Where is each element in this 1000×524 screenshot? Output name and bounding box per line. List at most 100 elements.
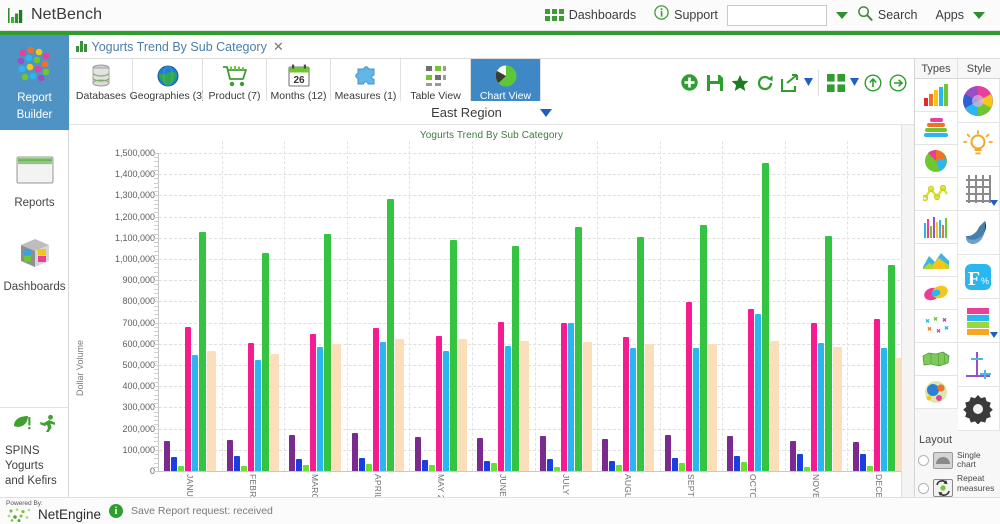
chart-type-area-chart-icon[interactable] <box>915 244 958 277</box>
style-gradient-drop-icon[interactable] <box>957 211 1000 255</box>
bar[interactable] <box>866 465 873 471</box>
bar[interactable] <box>887 265 895 471</box>
bar[interactable] <box>685 302 692 471</box>
chart-type-line-chart-icon[interactable] <box>915 178 958 211</box>
bar[interactable] <box>359 457 366 471</box>
tab-style[interactable]: Style <box>957 59 1000 79</box>
bar[interactable] <box>226 439 233 471</box>
dashboards-button[interactable]: Dashboards <box>536 0 645 31</box>
refresh-button[interactable] <box>752 68 777 98</box>
bar[interactable] <box>630 348 637 471</box>
caret-down-icon[interactable] <box>835 11 848 19</box>
bar[interactable] <box>332 343 342 471</box>
bar[interactable] <box>178 465 185 471</box>
bar[interactable] <box>449 240 457 471</box>
chart-scrollbar[interactable] <box>901 125 914 497</box>
bar[interactable] <box>317 346 324 471</box>
export-dropdown[interactable] <box>802 68 814 98</box>
chevron-down-icon[interactable] <box>990 332 998 338</box>
ribbon-button-product[interactable]: Product (7) <box>203 59 267 107</box>
style-color-wheel-icon[interactable] <box>957 79 1000 123</box>
page-next-button[interactable] <box>885 68 910 98</box>
bar[interactable] <box>428 464 435 471</box>
chart-type-bar-chart-icon[interactable] <box>915 79 958 112</box>
bar[interactable] <box>296 458 303 471</box>
chart-type-scatter-plot-icon[interactable]: ✖ ✖ ✖ ✖ ✖ ✖ <box>915 310 958 343</box>
bar[interactable] <box>435 336 442 471</box>
bar[interactable] <box>380 342 387 471</box>
style-axis-icon[interactable] <box>957 343 1000 387</box>
bar[interactable] <box>539 436 546 471</box>
style-legend-bands-icon[interactable] <box>957 299 1000 343</box>
bar[interactable] <box>553 466 560 471</box>
ribbon-button-months[interactable]: 26 Months (12) <box>267 59 331 107</box>
bar[interactable] <box>790 440 797 471</box>
caret-down-icon[interactable] <box>539 108 552 117</box>
bar[interactable] <box>623 336 630 471</box>
bar[interactable] <box>852 441 859 471</box>
chart-type-donut-chart-icon[interactable] <box>915 277 958 310</box>
style-brightness-icon[interactable] <box>957 123 1000 167</box>
bar[interactable] <box>741 462 748 471</box>
bar[interactable] <box>233 455 240 471</box>
bar[interactable] <box>395 338 405 471</box>
bar[interactable] <box>645 343 655 471</box>
bar[interactable] <box>727 435 734 471</box>
chart-type-map-chart-icon[interactable] <box>915 343 958 376</box>
bar[interactable] <box>512 245 520 471</box>
sidebar-item-report-builder[interactable]: Report Builder <box>0 35 69 130</box>
ribbon-button-measures[interactable]: Measures (1) <box>331 59 401 107</box>
bar[interactable] <box>762 162 770 471</box>
ribbon-button-table-view[interactable]: Table View <box>401 59 471 107</box>
bar[interactable] <box>602 438 609 471</box>
bar[interactable] <box>859 453 866 471</box>
bar[interactable] <box>254 359 261 471</box>
bar[interactable] <box>261 252 269 471</box>
bar[interactable] <box>484 460 491 471</box>
bar[interactable] <box>352 433 359 471</box>
bar[interactable] <box>520 341 530 471</box>
bar[interactable] <box>199 231 207 471</box>
bar[interactable] <box>185 327 192 471</box>
bar[interactable] <box>567 322 574 471</box>
radio-button[interactable] <box>918 454 929 466</box>
bar[interactable] <box>477 437 484 471</box>
chart-type-column-cluster-icon[interactable] <box>915 211 958 244</box>
bar[interactable] <box>873 319 880 471</box>
bar[interactable] <box>748 308 755 471</box>
document-tab-title[interactable]: Yogurts Trend By Sub Category <box>92 40 267 54</box>
tab-types[interactable]: Types <box>915 59 957 79</box>
bar[interactable] <box>707 344 717 471</box>
export-button[interactable] <box>777 68 802 98</box>
bar[interactable] <box>324 234 332 471</box>
bar[interactable] <box>609 461 616 471</box>
support-button[interactable]: Support <box>645 0 727 31</box>
bar[interactable] <box>310 333 317 471</box>
bar[interactable] <box>414 437 421 471</box>
chart-type-bubble-chart-icon[interactable] <box>915 376 958 409</box>
bar[interactable] <box>247 342 254 471</box>
radio-button[interactable] <box>918 482 929 494</box>
bar[interactable] <box>671 457 678 471</box>
bar[interactable] <box>734 455 741 471</box>
add-button[interactable] <box>677 68 702 98</box>
ribbon-button-databases[interactable]: Databases <box>69 59 133 107</box>
style-settings-gear-icon[interactable] <box>957 387 1000 431</box>
bar[interactable] <box>692 347 699 471</box>
style-gridlines-icon[interactable] <box>957 167 1000 211</box>
bar[interactable] <box>240 465 247 471</box>
bar[interactable] <box>797 453 804 471</box>
layout-button[interactable] <box>823 68 848 98</box>
bar[interactable] <box>491 463 498 471</box>
page-up-button[interactable] <box>860 68 885 98</box>
chart-type-pie-chart-icon[interactable] <box>915 145 958 178</box>
bar[interactable] <box>755 314 762 471</box>
bar[interactable] <box>171 456 178 471</box>
search-input[interactable] <box>726 4 827 26</box>
bar[interactable] <box>421 459 428 471</box>
bar[interactable] <box>582 342 592 471</box>
bar[interactable] <box>387 199 395 471</box>
layout-option-single-chart[interactable]: Single chart <box>915 448 1000 472</box>
bar[interactable] <box>616 465 623 471</box>
sidebar-item-reports[interactable]: Reports <box>0 140 69 218</box>
